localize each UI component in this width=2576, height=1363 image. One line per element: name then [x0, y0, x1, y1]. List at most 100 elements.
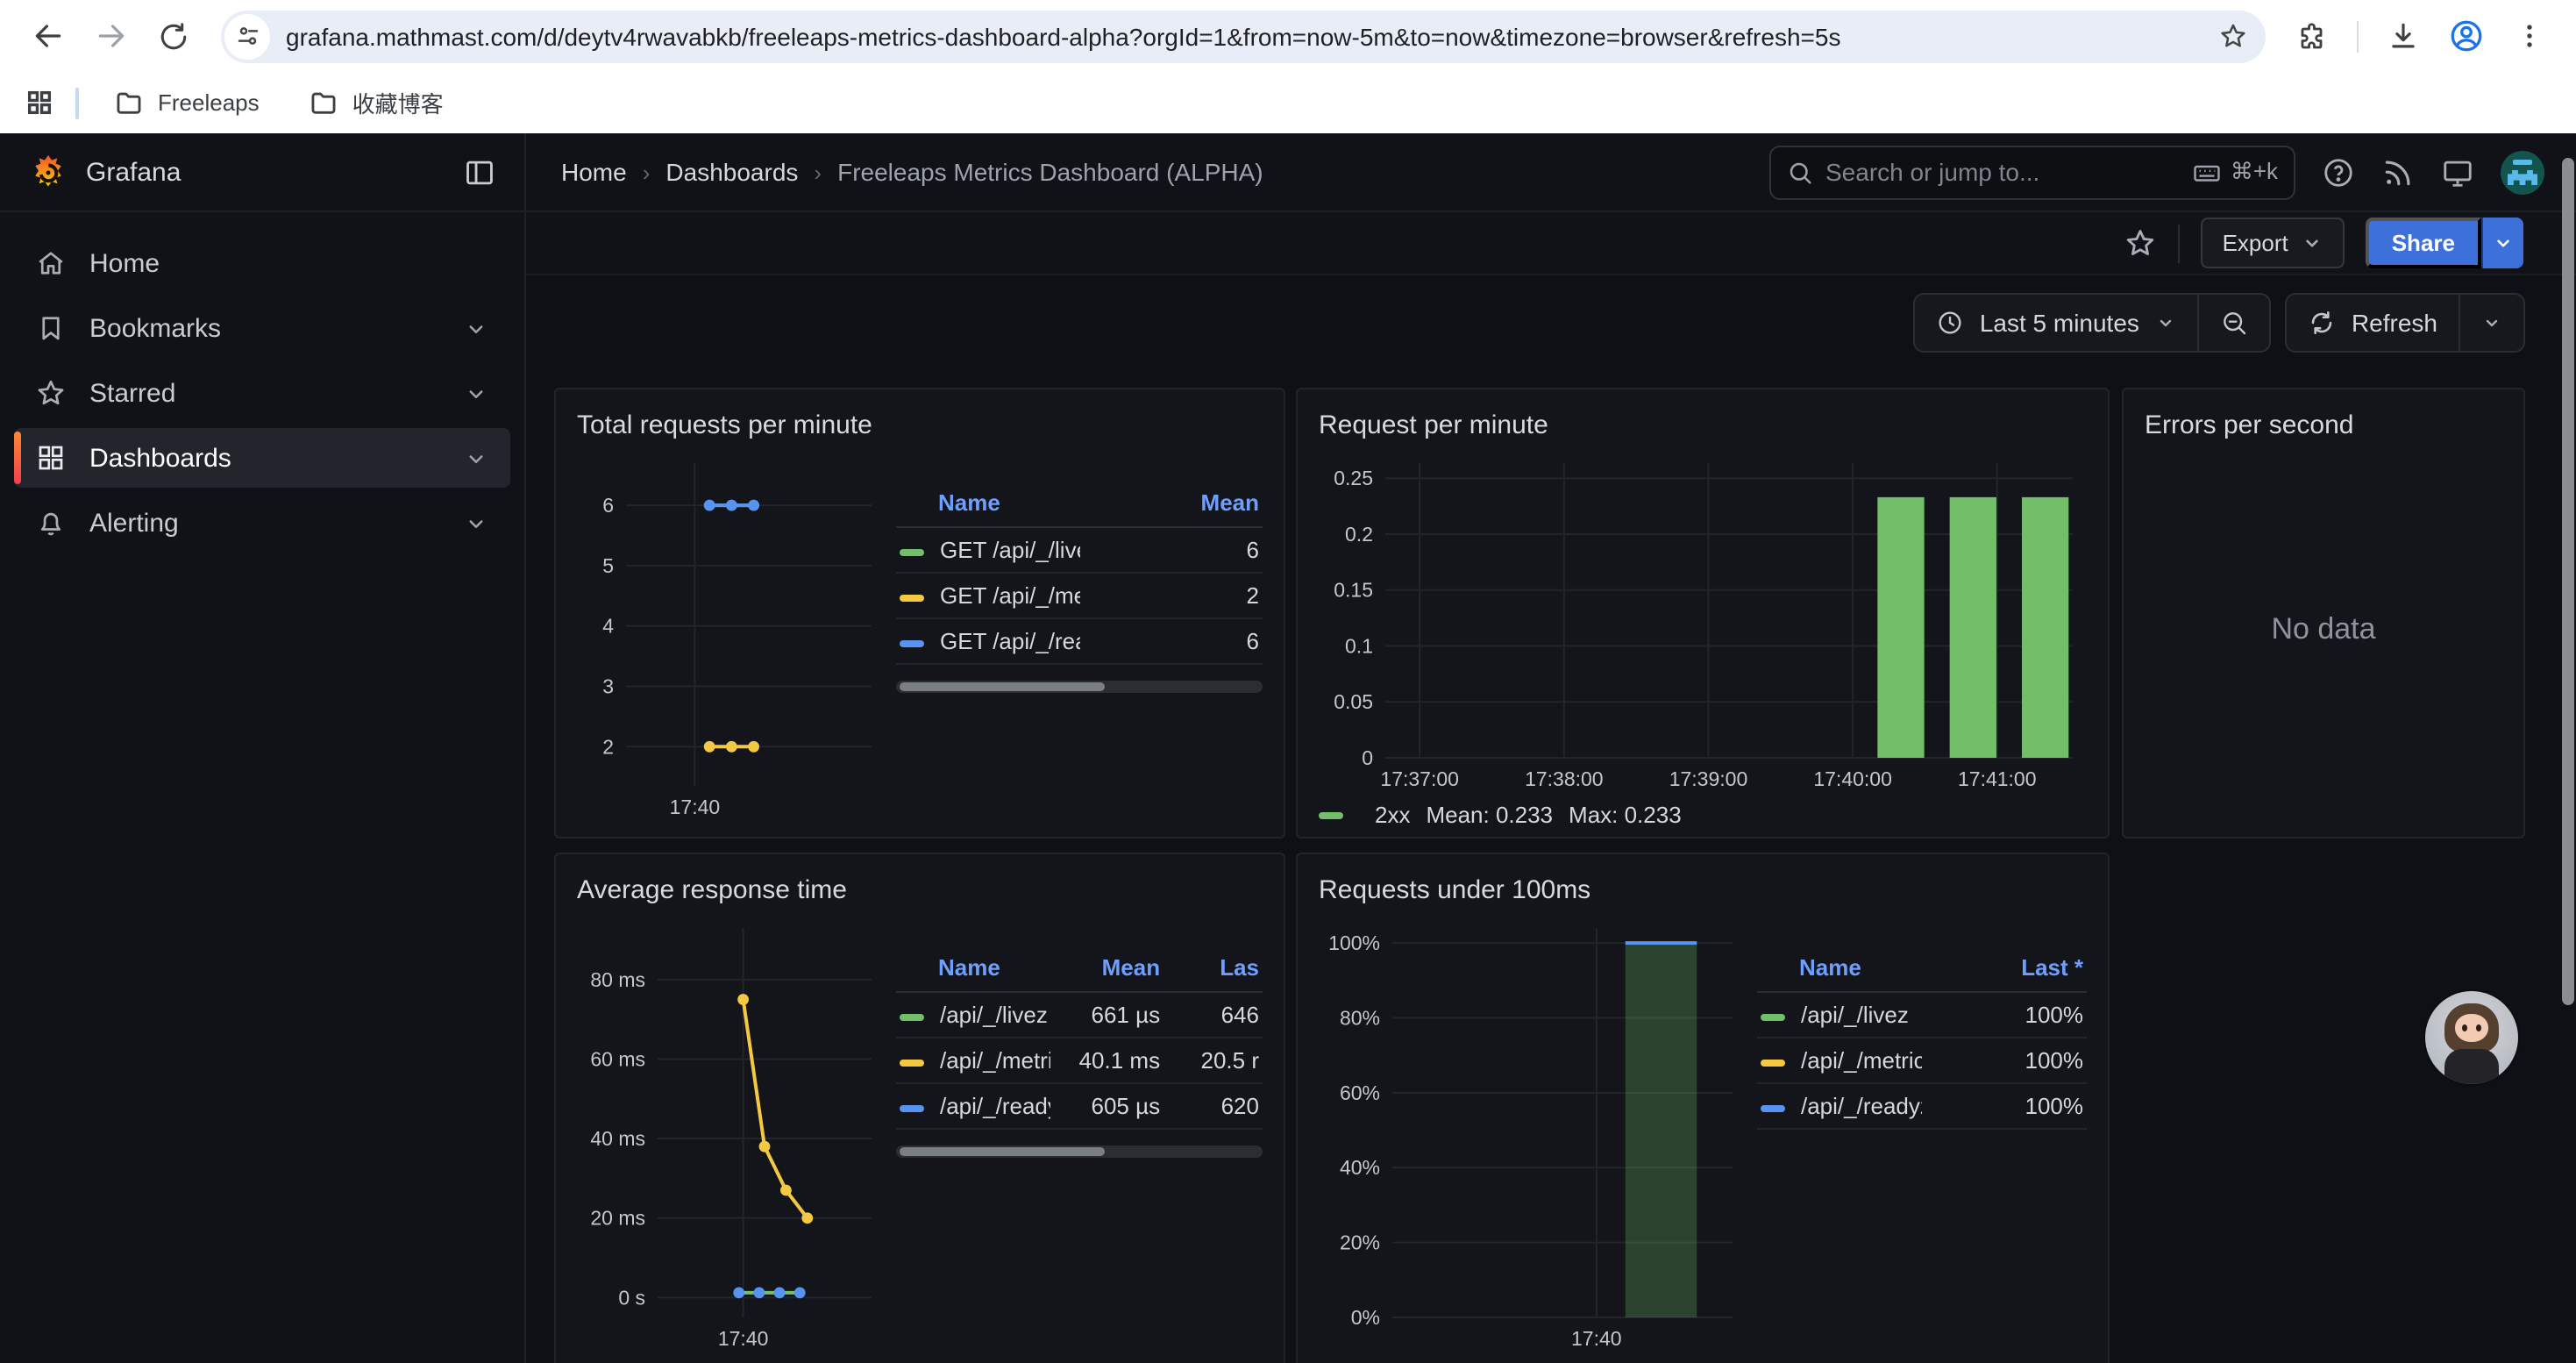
chart-requests-under-100ms[interactable]: 100%80%60%40%20%0%17:40 [1319, 914, 1747, 1356]
legend-scrollbar[interactable] [896, 681, 1263, 693]
download-icon [2386, 19, 2419, 53]
chevron-down-icon[interactable] [463, 380, 489, 406]
legend-requests-under-100ms: NameLast */api/_/livez100%/api/_/metrics… [1757, 949, 2087, 1130]
apps-grid-button[interactable] [25, 88, 54, 118]
refresh-button[interactable]: Refresh [2287, 295, 2459, 351]
address-bar[interactable]: grafana.mathmast.com/d/deytv4rwavabkb/fr… [221, 10, 2266, 62]
legend-column-header[interactable]: Las [1163, 949, 1263, 992]
zoom-out-button[interactable] [2197, 295, 2269, 351]
page-scrollbar-thumb[interactable] [2562, 158, 2574, 1005]
legend-row[interactable]: GET /api/_/metrics2 [896, 573, 1263, 618]
svg-text:17:40: 17:40 [1571, 1327, 1622, 1350]
sidebar-item-dashboards[interactable]: Dashboards [14, 428, 510, 488]
site-settings-icon [234, 23, 260, 49]
panel-title[interactable]: Errors per second [2145, 400, 2502, 449]
sidebar-item-bookmarks[interactable]: Bookmarks [14, 298, 510, 358]
search-placeholder: Search or jump to... [1825, 158, 2180, 186]
breadcrumb-dashboards[interactable]: Dashboards [665, 158, 798, 186]
back-button[interactable] [21, 10, 74, 62]
series-swatch [1319, 811, 1343, 818]
legend-row[interactable]: /api/_/readyz605 µs620 [896, 1083, 1263, 1129]
svg-text:0%: 0% [1351, 1306, 1380, 1329]
chevron-down-icon[interactable] [463, 445, 489, 471]
panel-request-per-minute: Request per minute 0.250.20.150.10.05017… [1296, 388, 2110, 838]
legend-row[interactable]: GET /api/_/readyz6 [896, 618, 1263, 664]
reload-button[interactable] [147, 10, 200, 62]
extensions-button[interactable] [2287, 10, 2339, 62]
downloads-button[interactable] [2376, 10, 2429, 62]
favorite-dashboard-button[interactable] [2124, 226, 2158, 260]
folder-icon [309, 88, 338, 118]
legend-column-header[interactable]: Name [1757, 949, 1922, 992]
chart-request-per-minute[interactable]: 0.250.20.150.10.05017:37:0017:38:0017:39… [1319, 449, 2087, 796]
help-button[interactable] [2322, 155, 2355, 189]
news-button[interactable] [2381, 155, 2415, 189]
svg-text:4: 4 [602, 615, 614, 638]
bookmark-folder-blogs[interactable]: 收藏博客 [295, 79, 458, 126]
panel-title[interactable]: Request per minute [1319, 400, 2087, 449]
avatar-body [2444, 1049, 2499, 1084]
search-input[interactable]: Search or jump to... ⌘+k [1769, 145, 2295, 199]
legend-column-header[interactable]: Mean [1050, 949, 1164, 992]
sidebar-item-alerting[interactable]: Alerting [14, 493, 510, 553]
star-outline-icon [2124, 226, 2158, 260]
grafana-app: Grafana Home › Dashboards › Freeleaps Me… [0, 133, 2576, 1363]
legend-row[interactable]: /api/_/livez100% [1757, 992, 2087, 1038]
panel-title[interactable]: Total requests per minute [577, 400, 1263, 449]
legend-scrollbar-thumb[interactable] [900, 682, 1105, 691]
legend-row[interactable]: /api/_/readyz100% [1757, 1083, 2087, 1129]
share-menu-button[interactable] [2481, 218, 2523, 268]
legend-row[interactable]: /api/_/metrics100% [1757, 1038, 2087, 1083]
browser-menu-button[interactable] [2502, 10, 2555, 62]
panel-title[interactable]: Requests under 100ms [1319, 865, 2087, 914]
legend-column-header[interactable]: Mean [1079, 484, 1263, 527]
panel-average-response-time: Average response time 80 ms60 ms40 ms20 … [554, 853, 1285, 1363]
site-settings-button[interactable] [224, 13, 270, 59]
chevron-down-icon[interactable] [463, 315, 489, 341]
display-button[interactable] [2441, 155, 2474, 189]
export-button[interactable]: Export [2202, 218, 2345, 268]
star-icon [35, 377, 67, 409]
panel-body: 100%80%60%40%20%0%17:40 NameLast */api/_… [1319, 914, 2087, 1356]
sidebar: Home Bookmarks Starred [0, 212, 526, 1363]
chart-total-requests[interactable]: 6543217:40 [577, 449, 886, 824]
mega-menu-toggle[interactable] [463, 155, 496, 189]
legend-column-header[interactable]: Name [896, 949, 1050, 992]
legend-scrollbar-thumb[interactable] [900, 1147, 1105, 1156]
chevron-down-icon[interactable] [463, 510, 489, 536]
bookmark-page-button[interactable] [2218, 21, 2248, 51]
panel-title[interactable]: Average response time [577, 865, 1263, 914]
panel-errors-per-second: Errors per second No data [2122, 388, 2525, 838]
user-avatar[interactable] [2501, 150, 2544, 194]
svg-text:17:40: 17:40 [718, 1327, 769, 1350]
folder-icon [114, 88, 144, 118]
url-text[interactable]: grafana.mathmast.com/d/deytv4rwavabkb/fr… [286, 22, 2211, 50]
svg-text:80 ms: 80 ms [590, 968, 645, 991]
profile-button[interactable] [2439, 10, 2492, 62]
legend-request-per-minute[interactable]: 2xx Mean: 0.233 Max: 0.233 [1319, 802, 2087, 828]
sidebar-item-home[interactable]: Home [14, 233, 510, 293]
legend-table: NameMeanGET /api/_/livez6GET /api/_/metr… [896, 484, 1263, 665]
legend-column-header[interactable]: Name [896, 484, 1079, 527]
assistant-avatar[interactable] [2425, 991, 2518, 1084]
forward-button[interactable] [84, 10, 137, 62]
breadcrumb-home[interactable]: Home [561, 158, 627, 186]
svg-text:0 s: 0 s [618, 1286, 645, 1309]
time-range-picker[interactable]: Last 5 minutes [1915, 295, 2197, 351]
legend-row[interactable]: /api/_/metrics40.1 ms20.5 r [896, 1038, 1263, 1083]
sidebar-item-starred[interactable]: Starred [14, 363, 510, 423]
chart-average-response-time[interactable]: 80 ms60 ms40 ms20 ms0 s17:40 [577, 914, 886, 1356]
subheader-divider [2179, 224, 2181, 262]
refresh-interval-button[interactable] [2459, 295, 2523, 351]
svg-text:40%: 40% [1340, 1156, 1380, 1179]
legend-scrollbar[interactable] [896, 1145, 1263, 1158]
share-button[interactable]: Share [2366, 218, 2481, 268]
bookmark-folder-label: Freeleaps [158, 89, 260, 116]
legend-row[interactable]: GET /api/_/livez6 [896, 527, 1263, 573]
legend-column-header[interactable]: Last * [1922, 949, 2087, 992]
avatar-eye [2476, 1024, 2481, 1031]
legend-row[interactable]: /api/_/livez661 µs646 [896, 992, 1263, 1038]
app-body: Home Bookmarks Starred [0, 212, 2576, 1363]
bookmark-folder-freeleaps[interactable]: Freeleaps [100, 81, 274, 125]
page-scrollbar[interactable] [2560, 133, 2576, 1363]
